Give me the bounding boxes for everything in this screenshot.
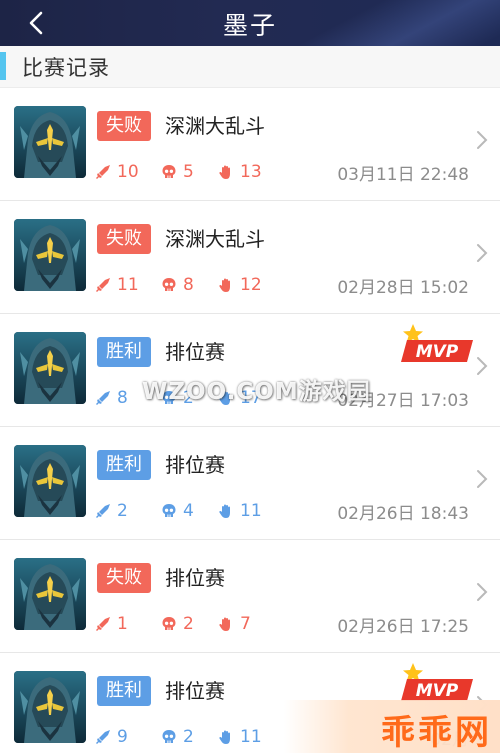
deaths-value: 4 — [183, 501, 194, 521]
chevron-right-icon[interactable] — [476, 582, 488, 602]
kills-value: 2 — [117, 501, 128, 521]
match-time: 02月26日 17:25 — [337, 617, 469, 637]
match-time: 02月28日 15:02 — [337, 278, 469, 298]
section-accent — [0, 52, 6, 80]
match-time: 03月11日 22:48 — [337, 165, 469, 185]
assists-value: 11 — [240, 727, 262, 747]
result-badge: 失败 — [97, 111, 151, 141]
chevron-right-icon[interactable] — [476, 356, 488, 376]
hero-avatar — [14, 558, 86, 630]
game-mode: 深渊大乱斗 — [165, 114, 265, 138]
match-row[interactable]: 胜利 排位赛 2 4 11 02月26日 18:43 — [0, 427, 500, 540]
section-title: 比赛记录 — [22, 56, 110, 80]
assists-value: 13 — [240, 162, 262, 182]
deaths-value: 5 — [183, 162, 194, 182]
assists-value: 7 — [240, 614, 251, 634]
match-row[interactable]: 失败 深渊大乱斗 11 8 12 02月28日 15:02 — [0, 201, 500, 314]
svg-text:MVP: MVP — [416, 681, 459, 701]
mvp-badge: MVP — [397, 322, 477, 366]
result-badge: 胜利 — [97, 676, 151, 706]
kills-value: 11 — [117, 275, 139, 295]
assists-value: 11 — [240, 501, 262, 521]
match-time: 02月26日 18:43 — [337, 504, 469, 524]
game-mode: 排位赛 — [165, 566, 225, 590]
kills-value: 1 — [117, 614, 128, 634]
brand-text: 乖乖网 — [381, 713, 492, 753]
game-mode: 排位赛 — [165, 453, 225, 477]
kills-value: 9 — [117, 727, 128, 747]
hero-avatar — [14, 219, 86, 291]
deaths-value: 2 — [183, 727, 194, 747]
section-header: 比赛记录 — [0, 46, 500, 88]
game-mode: 排位赛 — [165, 340, 225, 364]
hero-avatar — [14, 106, 86, 178]
result-badge: 胜利 — [97, 337, 151, 367]
result-badge: 胜利 — [97, 450, 151, 480]
chevron-right-icon[interactable] — [476, 243, 488, 263]
mvp-badge: MVP — [397, 661, 477, 705]
match-row[interactable]: 失败 深渊大乱斗 10 5 13 03月11日 22:48 — [0, 88, 500, 201]
hero-avatar — [14, 445, 86, 517]
result-badge: 失败 — [97, 224, 151, 254]
deaths-value: 8 — [183, 275, 194, 295]
match-row[interactable]: 胜利 排位赛 8 2 17 02月27日 17:03 MVP — [0, 314, 500, 427]
page-title: 墨子 — [222, 11, 277, 40]
brand-watermark: 乖乖网 — [284, 700, 500, 753]
svg-text:MVP: MVP — [416, 342, 459, 362]
result-badge: 失败 — [97, 563, 151, 593]
chevron-right-icon[interactable] — [476, 469, 488, 489]
hero-avatar — [14, 671, 86, 743]
match-row[interactable]: 失败 排位赛 1 2 7 02月26日 17:25 — [0, 540, 500, 653]
deaths-value: 2 — [183, 614, 194, 634]
game-mode: 排位赛 — [165, 679, 225, 703]
assists-value: 12 — [240, 275, 262, 295]
chevron-right-icon[interactable] — [476, 130, 488, 150]
hero-avatar — [14, 332, 86, 404]
kills-value: 10 — [117, 162, 139, 182]
kills-value: 8 — [117, 388, 128, 408]
game-mode: 深渊大乱斗 — [165, 227, 265, 251]
watermark: WZOO.COM游戏园 — [142, 379, 371, 405]
app-header: 墨子 — [0, 0, 500, 46]
